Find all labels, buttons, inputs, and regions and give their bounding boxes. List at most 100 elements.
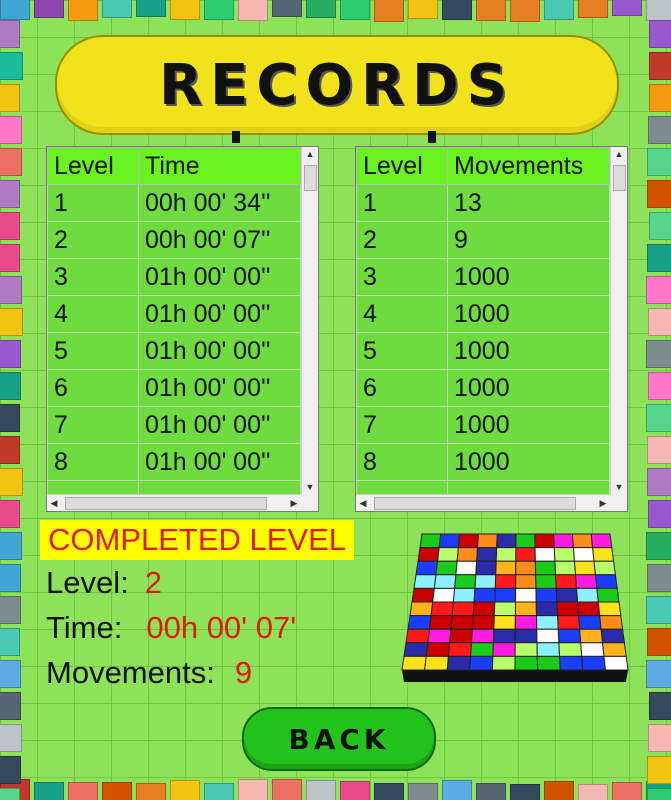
time-label: Time: — [46, 610, 123, 645]
decor-tile — [544, 0, 574, 20]
cell-level: 5 — [356, 332, 448, 370]
board-cell — [457, 533, 479, 549]
decor-tile — [648, 372, 671, 400]
decor-tile — [102, 782, 132, 800]
table-row[interactable]: 4 1000 — [356, 295, 610, 333]
scroll-up-icon[interactable]: ▲ — [612, 147, 626, 161]
puzzle-board-icon — [401, 533, 629, 682]
board-cell — [449, 628, 473, 644]
horizontal-scrollbar[interactable]: ◀ ▶ — [47, 494, 301, 511]
column-header-level[interactable]: Level — [356, 147, 448, 185]
back-button[interactable]: BACK — [242, 707, 436, 771]
cell-level: 7 — [47, 406, 139, 444]
table-row[interactable]: 1 13 — [356, 184, 610, 222]
column-header-level[interactable]: Level — [47, 147, 139, 185]
board-cell — [553, 547, 576, 562]
cell-level: 3 — [47, 258, 139, 296]
cell-level: 1 — [356, 184, 448, 222]
decor-tile — [0, 84, 20, 112]
table-row[interactable]: 7 1000 — [356, 406, 610, 444]
board-cell — [450, 615, 474, 630]
decor-tile — [408, 783, 438, 800]
board-cell — [579, 628, 604, 644]
decor-tile — [510, 0, 540, 22]
time-records-table[interactable]: Level Time 1 00h 00' 34'' 2 00h 00' 07'' 3 01… — [46, 146, 319, 512]
decor-tile — [0, 628, 20, 656]
scroll-up-icon[interactable]: ▲ — [303, 147, 317, 161]
decor-tile — [0, 596, 21, 624]
cell-value: 00h 00' 34'' — [138, 184, 301, 222]
horizontal-scrollbar[interactable]: ◀ ▶ — [356, 494, 610, 511]
decor-tile — [510, 784, 540, 800]
table-row[interactable]: 8 01h 00' 00'' — [47, 443, 301, 481]
scroll-thumb[interactable] — [374, 497, 576, 510]
scroll-down-icon[interactable]: ▼ — [303, 480, 317, 494]
column-header-time[interactable]: Time — [138, 147, 301, 185]
scroll-thumb[interactable] — [65, 497, 267, 510]
scroll-right-icon[interactable]: ▶ — [287, 496, 301, 510]
scroll-thumb[interactable] — [304, 165, 317, 191]
decor-tile — [306, 0, 336, 18]
board-cell — [593, 560, 616, 576]
decor-tile — [649, 212, 671, 240]
decor-tile — [136, 783, 166, 800]
board-cell — [428, 615, 453, 630]
table-row[interactable]: 4 01h 00' 00'' — [47, 295, 301, 333]
decor-tile — [0, 724, 22, 752]
scroll-down-icon[interactable]: ▼ — [612, 480, 626, 494]
cell-value: 01h 00' 00'' — [138, 258, 301, 296]
table-row[interactable]: 1 00h 00' 34'' — [47, 184, 301, 222]
board-cell — [494, 574, 517, 589]
board-cell — [417, 547, 440, 562]
scroll-right-icon[interactable]: ▶ — [596, 496, 610, 510]
column-header-movements[interactable]: Movements — [447, 147, 610, 185]
table-row[interactable]: 6 01h 00' 00'' — [47, 369, 301, 407]
board-cell — [427, 628, 452, 644]
table-row[interactable]: 3 1000 — [356, 258, 610, 296]
decor-tile — [612, 782, 642, 800]
scroll-left-icon[interactable]: ◀ — [356, 496, 370, 510]
vertical-scrollbar[interactable]: ▲ ▼ — [610, 147, 627, 494]
table-row[interactable]: 5 01h 00' 00'' — [47, 332, 301, 370]
table-row[interactable]: 6 1000 — [356, 369, 610, 407]
decor-tile — [0, 692, 21, 720]
board-cell — [514, 601, 537, 617]
decor-tile — [612, 0, 642, 16]
decor-tile — [647, 148, 671, 176]
table-row[interactable]: 2 00h 00' 07'' — [47, 221, 301, 259]
decor-tile — [649, 84, 671, 112]
board-cell — [492, 628, 516, 644]
board-cell — [515, 560, 537, 576]
board-cell — [433, 574, 457, 589]
board-cell — [403, 642, 429, 657]
decor-tile — [476, 783, 506, 800]
decor-tile — [646, 404, 671, 432]
cell-level: 2 — [47, 221, 139, 259]
board-cell — [493, 615, 516, 630]
decor-tile — [0, 276, 22, 304]
movements-records-table[interactable]: Level Movements 1 13 2 9 3 1000 4 1000 5 1000 6 100… — [355, 146, 628, 512]
table-row[interactable]: 3 01h 00' 00'' — [47, 258, 301, 296]
table-row[interactable]: 8 1000 — [356, 443, 610, 481]
decor-tile — [578, 784, 608, 800]
table-row[interactable]: 29 — [356, 221, 610, 259]
decor-tile — [647, 564, 671, 592]
table-row-partial[interactable] — [356, 480, 610, 494]
decor-tile — [476, 0, 506, 21]
table-row[interactable]: 5 1000 — [356, 332, 610, 370]
board-cell — [535, 587, 558, 603]
table-row-partial[interactable] — [47, 480, 301, 494]
scroll-thumb[interactable] — [613, 165, 626, 191]
decor-tile — [647, 468, 671, 496]
movements-table: Level Movements 1 13 2 9 3 1000 4 1000 5 1000 6 100… — [356, 147, 610, 494]
decor-tile — [646, 596, 671, 624]
cell-level: 6 — [47, 369, 139, 407]
table-row[interactable]: 7 01h 00' 00'' — [47, 406, 301, 444]
cell-value: 9 — [447, 221, 610, 259]
board-cell — [599, 615, 624, 630]
scroll-left-icon[interactable]: ◀ — [47, 496, 61, 510]
vertical-scrollbar[interactable]: ▲ ▼ — [301, 147, 318, 494]
board-cell — [476, 547, 498, 562]
decor-tile — [34, 0, 64, 18]
board-cell — [515, 533, 536, 549]
